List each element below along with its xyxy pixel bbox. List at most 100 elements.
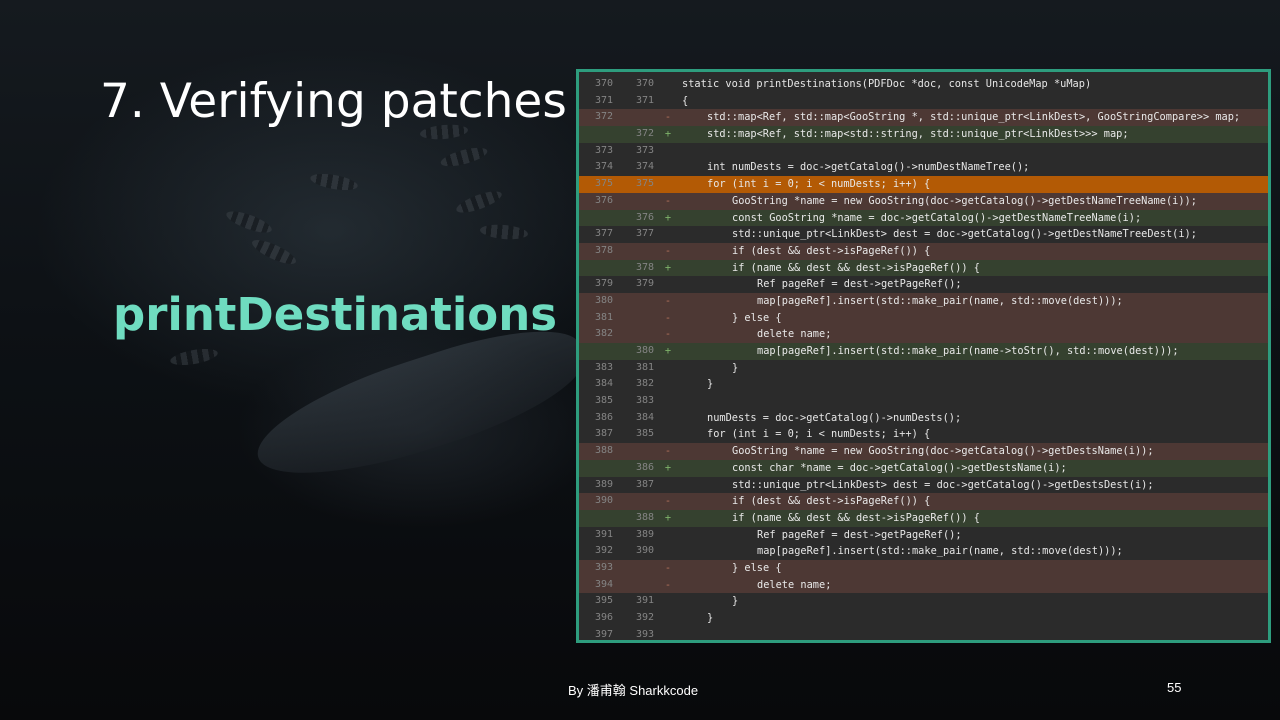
change-marker: + (664, 128, 672, 141)
old-line-number: 379 (594, 278, 613, 290)
change-marker (654, 393, 682, 410)
code-diff-screenshot: 370 370 static void printDestinations(PDFD… (576, 69, 1271, 643)
diff-line: 388 - GooString *name = new GooString(doc-… (579, 443, 1268, 460)
code-text: delete name; (757, 578, 832, 591)
new-line-number: 393 (635, 628, 654, 640)
diff-line: 394 - delete name; (579, 576, 1268, 594)
new-line-number: 370 (635, 78, 654, 89)
function-name-heading: printDestinations (113, 288, 558, 341)
diff-line: 372 + std::map<Ref, std::map<std::string, … (579, 126, 1268, 143)
diff-line: 373 373 (579, 143, 1268, 160)
diff-line: 376 + const GooString *name = doc->getCata… (579, 209, 1268, 227)
change-marker (654, 543, 682, 560)
code-text: { (682, 94, 689, 107)
old-line-number: 385 (594, 395, 613, 407)
new-line-number: 376 (635, 211, 654, 223)
new-line-number: 378 (635, 261, 654, 273)
old-line-number (579, 260, 613, 277)
new-line-number: 379 (635, 278, 654, 290)
old-line-number: 380 (594, 294, 613, 306)
code-text: const char *name = doc->getCatalog()->ge… (732, 461, 1067, 474)
code-text: } (707, 378, 714, 391)
old-line-number: 372 (594, 111, 613, 123)
diff-line: 370 370 static void printDestinations(PDFD… (579, 76, 1268, 93)
new-line-number: 382 (635, 378, 654, 390)
diff-line: 375 375 for (int i = 0; i < numDests; i++)… (579, 176, 1268, 193)
old-line-number: 396 (594, 612, 613, 623)
diff-line: 397 393 (579, 627, 1268, 640)
old-line-number: 371 (594, 94, 613, 106)
new-line-number: 374 (635, 161, 654, 173)
diff-line: 374 374 int numDests = doc->getCatalog()->… (579, 159, 1268, 176)
change-marker: - (664, 495, 672, 508)
code-text: std::map<Ref, std::map<GooString *, std:… (707, 111, 1241, 124)
change-marker: - (664, 311, 672, 324)
code-text: map[pageRef].insert(std::make_pair(name,… (757, 545, 1123, 558)
fish-shape (309, 170, 359, 194)
new-line-number: 375 (635, 178, 654, 190)
old-line-number: 381 (594, 311, 613, 323)
diff-line: 371 371 { (579, 93, 1268, 110)
old-line-number: 392 (594, 545, 613, 557)
change-marker (654, 410, 682, 427)
code-text: Ref pageRef = dest->getPageRef(); (757, 528, 962, 541)
change-marker (654, 276, 682, 293)
change-marker (654, 376, 682, 393)
change-marker: - (664, 561, 672, 574)
old-line-number: 382 (594, 328, 613, 340)
diff-line: 382 - delete name; (579, 326, 1268, 343)
old-line-number: 389 (594, 478, 613, 490)
new-line-number (613, 243, 654, 260)
new-line-number (613, 560, 654, 577)
diff-line: 378 - if (dest && dest->isPageRef()) { (579, 242, 1268, 260)
diff-line: 395 391} (579, 593, 1268, 610)
old-line-number: 391 (594, 528, 613, 540)
diff-line: 377 377 std::unique_ptr<LinkDest> dest = d… (579, 226, 1268, 243)
code-text: if (name && dest && dest->isPageRef()) { (732, 511, 980, 524)
old-line-number (579, 460, 613, 477)
change-marker (654, 610, 682, 627)
code-text: static void printDestinations(PDFDoc *do… (682, 78, 1092, 90)
new-line-number: 380 (635, 345, 654, 356)
code-text: } (732, 595, 739, 608)
diff-line: 383 381} (579, 360, 1268, 377)
change-marker (654, 143, 682, 160)
new-line-number: 383 (635, 395, 654, 407)
old-line-number: 387 (594, 428, 613, 440)
code-text: for (int i = 0; i < numDests; i++) { (707, 428, 931, 441)
old-line-number: 388 (594, 445, 613, 457)
diff-line: 380 - map[pageRef].insert(std::make_pair(n… (579, 292, 1268, 310)
old-line-number: 376 (594, 194, 613, 206)
diff-line: 385 383 (579, 393, 1268, 410)
change-marker: + (664, 345, 672, 357)
code-text: const GooString *name = doc->getCatalog(… (732, 211, 1142, 224)
fish-shape (249, 235, 299, 269)
old-line-number: 377 (594, 228, 613, 240)
old-line-number: 395 (594, 595, 613, 607)
diff-line: 381 -} else { (579, 309, 1268, 327)
new-line-number (613, 109, 654, 126)
old-line-number (579, 210, 613, 227)
code-text: if (name && dest && dest->isPageRef()) { (732, 261, 980, 274)
code-text: } (707, 612, 714, 624)
diff-line: 386 + const char *name = doc->getCatalog()… (579, 459, 1268, 477)
change-marker: + (664, 461, 672, 474)
old-line-number (579, 510, 613, 527)
diff-line: 392 390 map[pageRef].insert(std::make_pair… (579, 543, 1268, 560)
slide-number: 55 (1167, 680, 1182, 695)
change-marker (654, 477, 682, 494)
code-text: Ref pageRef = dest->getPageRef(); (757, 278, 962, 291)
change-marker: - (664, 244, 672, 257)
diff-line: 391 389 Ref pageRef = dest->getPageRef(); (579, 527, 1268, 544)
change-marker: - (664, 578, 672, 591)
diff-line: 396 392} (579, 610, 1268, 627)
change-marker (654, 527, 682, 544)
change-marker (654, 360, 682, 377)
code-text: numDests = doc->getCatalog()->numDests()… (707, 411, 962, 424)
old-line-number: 374 (594, 161, 613, 173)
change-marker (654, 76, 682, 93)
new-line-number: 387 (635, 478, 654, 490)
new-line-number: 377 (635, 228, 654, 240)
